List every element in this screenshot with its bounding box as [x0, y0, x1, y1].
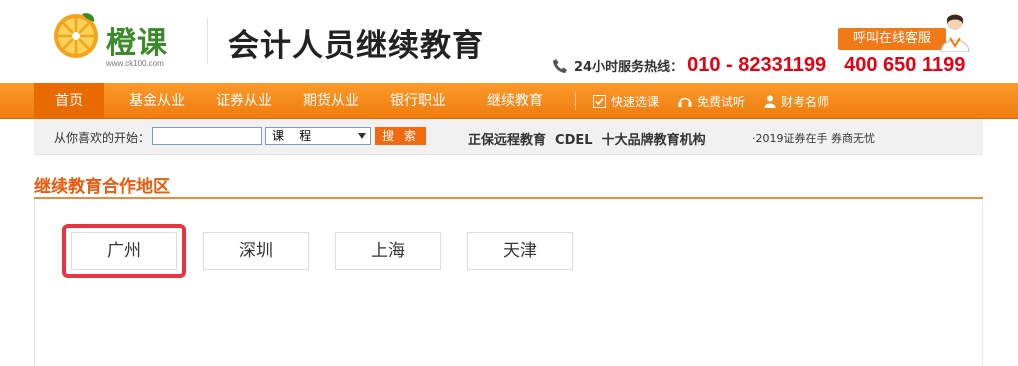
city-button-guangzhou[interactable]: 广州	[71, 232, 177, 270]
city-button-shanghai[interactable]: 上海	[335, 232, 441, 270]
nav-item-futures[interactable]: 期货从业	[288, 83, 374, 119]
nav-free-trial-label: 免费试听	[697, 94, 746, 109]
orange-slice-icon	[54, 13, 98, 58]
search-bar: 从你喜欢的开始： 课 程 搜 索 正保远程教育 CDEL 十大品牌教育机构 ·2…	[34, 119, 983, 155]
hotline-number-1: 010 - 82331199	[687, 54, 827, 76]
nav-free-trial[interactable]: 免费试听	[678, 83, 745, 119]
nav-item-home[interactable]: 首页	[34, 83, 104, 119]
nav-item-fund[interactable]: 基金从业	[114, 83, 200, 119]
header-divider	[207, 18, 208, 64]
dropdown-arrow-icon	[358, 133, 366, 139]
news-link[interactable]: ·2019证券在手 券商无忧	[752, 130, 875, 146]
logo-url: www.ck100.com	[106, 59, 164, 68]
header: 橙课 www.ck100.com 会计人员继续教育 呼叫在线客服 24小时服务热…	[0, 0, 1018, 83]
nav-item-continuing-education[interactable]: 继续教育	[472, 83, 558, 119]
nav-quick-course-label: 快速选课	[611, 94, 660, 109]
search-button[interactable]: 搜 索	[375, 127, 426, 145]
city-button-tianjin[interactable]: 天津	[467, 232, 573, 270]
logo-text: 橙课	[106, 26, 168, 61]
search-category-select[interactable]: 课 程	[265, 127, 371, 145]
hotline-label: 24小时服务热线：	[574, 60, 684, 75]
teacher-icon	[764, 95, 776, 108]
hotline: 24小时服务热线： 010 - 82331199 400 650 1199	[552, 54, 965, 78]
city-button-shenzhen[interactable]: 深圳	[203, 232, 309, 270]
search-label: 从你喜欢的开始：	[54, 131, 151, 145]
cities-panel	[34, 199, 983, 366]
customer-service-avatar-icon	[940, 14, 970, 52]
hotline-number-2: 400 650 1199	[844, 54, 966, 76]
nav-separator	[575, 92, 576, 110]
brand-slogan: 正保远程教育 CDEL 十大品牌教育机构	[468, 133, 706, 148]
nav-teachers-label: 财考名师	[781, 94, 830, 109]
nav-item-securities[interactable]: 证券从业	[201, 83, 287, 119]
nav-teachers[interactable]: 财考名师	[764, 83, 829, 119]
checkbox-icon	[593, 94, 606, 108]
main-nav: 首页 基金从业 证券从业 期货从业 银行职业 继续教育 快速选课 免费试听 财考…	[0, 83, 1018, 119]
site-title: 会计人员继续教育	[228, 28, 484, 64]
search-input[interactable]	[152, 127, 262, 145]
site-logo[interactable]: 橙课 www.ck100.com	[52, 12, 182, 72]
online-service-button[interactable]: 呼叫在线客服	[838, 28, 946, 50]
page: 橙课 www.ck100.com 会计人员继续教育 呼叫在线客服 24小时服务热…	[0, 0, 1018, 366]
search-category-value: 课 程	[272, 129, 312, 143]
section-title: 继续教育合作地区	[34, 177, 170, 197]
phone-icon	[553, 59, 567, 73]
nav-item-banking[interactable]: 银行职业	[375, 83, 461, 119]
nav-quick-course[interactable]: 快速选课	[593, 83, 659, 119]
headphones-icon	[678, 97, 692, 107]
